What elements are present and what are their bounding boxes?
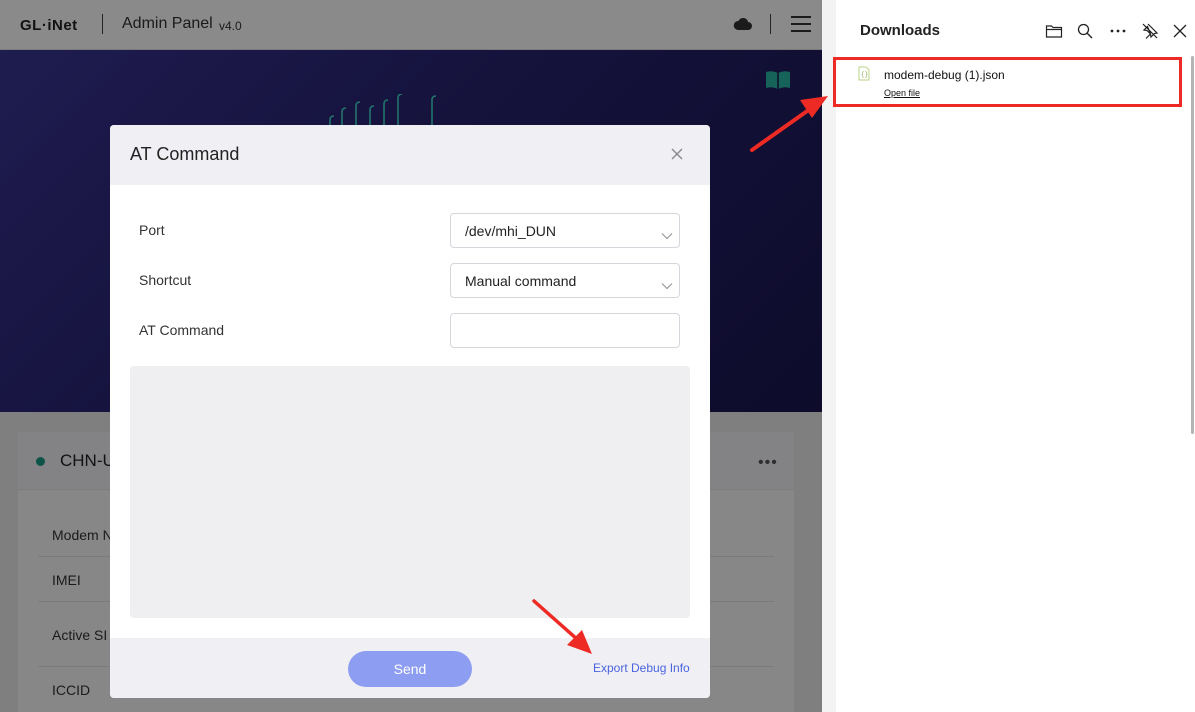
chevron-down-icon: [661, 227, 673, 245]
at-command-input[interactable]: [450, 313, 680, 348]
port-select[interactable]: /dev/mhi_DUN: [450, 213, 680, 248]
dialog-footer: Send Export Debug Info: [110, 638, 710, 698]
downloads-title: Downloads: [860, 22, 941, 39]
highlight-box: [833, 57, 1182, 107]
folder-icon[interactable]: [1045, 22, 1063, 40]
chevron-down-icon: [661, 277, 673, 295]
close-icon[interactable]: [668, 145, 686, 163]
shortcut-select[interactable]: Manual command: [450, 263, 680, 298]
at-command-label: AT Command: [139, 322, 225, 338]
export-debug-info-link[interactable]: Export Debug Info: [593, 661, 690, 675]
scrollbar[interactable]: [1191, 56, 1194, 434]
shortcut-value: Manual command: [465, 273, 577, 289]
shortcut-label: Shortcut: [139, 272, 192, 288]
more-icon[interactable]: [1109, 22, 1127, 40]
close-icon[interactable]: [1171, 22, 1189, 40]
dialog-header: AT Command: [110, 125, 710, 185]
dialog-title: AT Command: [130, 144, 240, 164]
search-icon[interactable]: [1076, 22, 1094, 40]
send-button[interactable]: Send: [348, 651, 472, 687]
port-value: /dev/mhi_DUN: [465, 223, 557, 239]
port-label: Port: [139, 222, 165, 238]
at-command-dialog: AT Command Port /dev/mhi_DUN Shortcut Ma…: [110, 125, 710, 698]
pin-off-icon[interactable]: [1141, 22, 1159, 40]
command-output-area: [130, 366, 690, 618]
